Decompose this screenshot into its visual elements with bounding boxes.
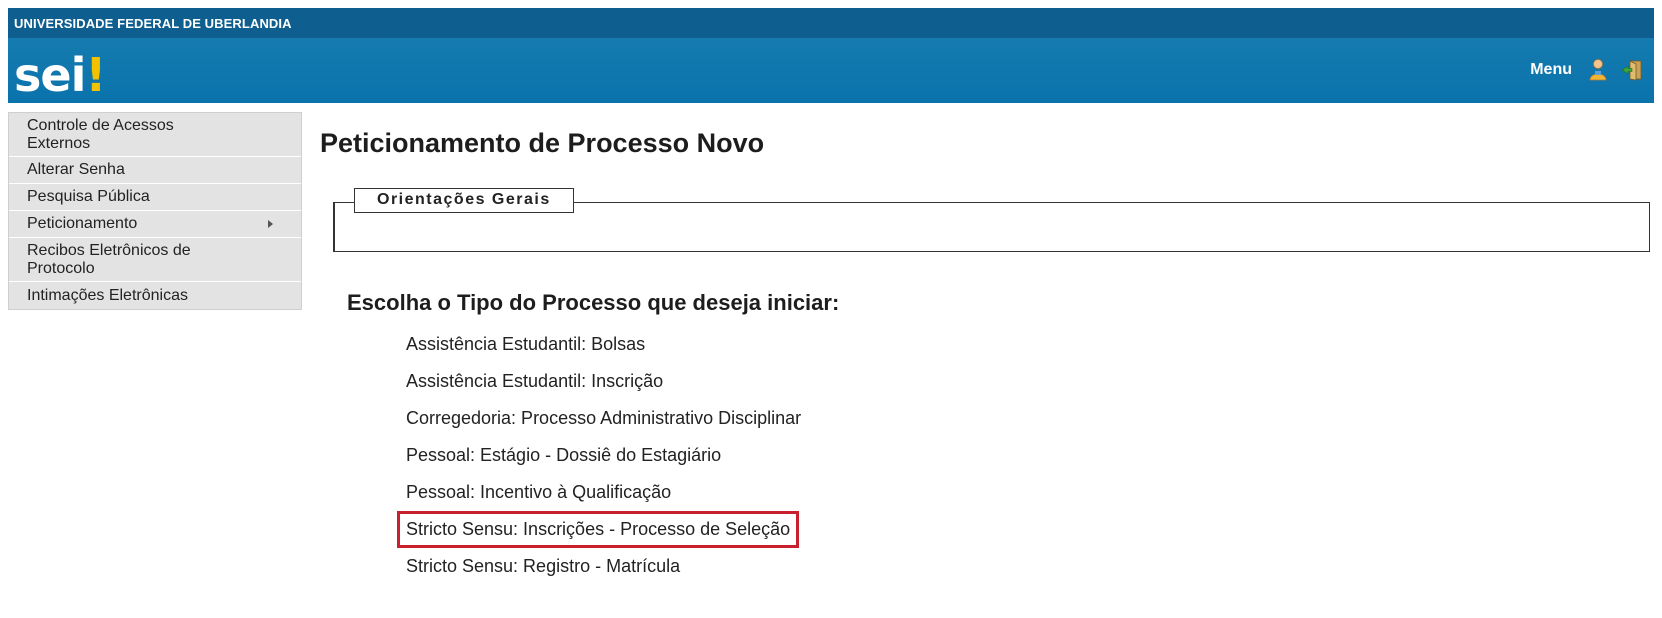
institution-bar: UNIVERSIDADE FEDERAL DE UBERLANDIA: [8, 8, 1654, 38]
sidebar-item-controle-acessos[interactable]: Controle de Acessos Externos: [9, 113, 301, 157]
sidebar-item-peticionamento[interactable]: Peticionamento: [9, 211, 301, 238]
orientations-legend: Orientações Gerais: [354, 188, 574, 213]
sidebar-item-label: Recibos Eletrônicos de Protocolo: [27, 241, 191, 277]
sidebar-item-label: Pesquisa Pública: [27, 188, 150, 205]
sidebar-item-alterar-senha[interactable]: Alterar Senha: [9, 157, 301, 184]
sidebar-item-label: Intimações Eletrônicas: [27, 286, 188, 304]
process-type-link[interactable]: Corregedoria: Processo Administrativo Di…: [406, 400, 801, 437]
sidebar-menu: Controle de Acessos Externos Alterar Sen…: [8, 112, 302, 310]
sidebar-item-pesquisa-publica[interactable]: Pesquisa Pública: [9, 184, 301, 211]
sidebar-item-intimacoes[interactable]: Intimações Eletrônicas: [9, 282, 301, 309]
process-type-link[interactable]: Assistência Estudantil: Inscrição: [406, 363, 801, 400]
process-type-link[interactable]: Pessoal: Estágio - Dossiê do Estagiário: [406, 437, 801, 474]
process-type-link[interactable]: Stricto Sensu: Registro - Matrícula: [406, 548, 801, 585]
page-title: Peticionamento de Processo Novo: [320, 128, 765, 158]
sidebar-item-label: Controle de Acessos Externos: [27, 116, 174, 152]
exit-icon[interactable]: [1620, 58, 1644, 82]
process-type-link[interactable]: Pessoal: Incentivo à Qualificação: [406, 474, 801, 511]
process-type-link-highlighted[interactable]: Stricto Sensu: Inscrições - Processo de …: [397, 511, 800, 548]
logo-bang: !: [85, 48, 106, 102]
menu-link[interactable]: Menu: [1530, 61, 1572, 79]
process-type-list: Assistência Estudantil: Bolsas Assistênc…: [397, 326, 801, 585]
app-header: UNIVERSIDADE FEDERAL DE UBERLANDIA sei! …: [8, 8, 1654, 103]
sei-logo[interactable]: sei!: [14, 48, 106, 98]
user-icon[interactable]: [1586, 58, 1610, 82]
chevron-right-icon: [268, 220, 273, 228]
logo-text: sei: [14, 48, 86, 102]
sidebar-item-label: Peticionamento: [27, 215, 138, 232]
institution-name: UNIVERSIDADE FEDERAL DE UBERLANDIA: [14, 15, 292, 31]
choose-process-heading: Escolha o Tipo do Processo que deseja in…: [347, 290, 840, 315]
header-actions: Menu: [1530, 58, 1644, 82]
sidebar-item-recibos[interactable]: Recibos Eletrônicos de Protocolo: [9, 238, 301, 282]
sidebar-item-label: Alterar Senha: [27, 161, 125, 178]
process-type-link[interactable]: Assistência Estudantil: Bolsas: [406, 326, 801, 363]
